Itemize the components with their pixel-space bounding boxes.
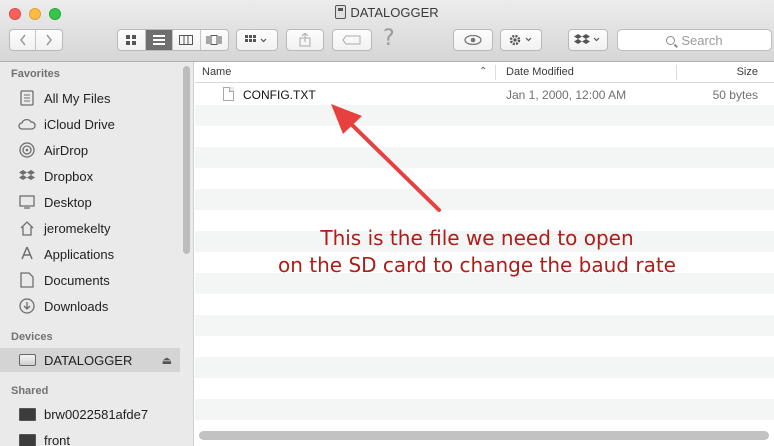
chevron-left-icon	[19, 34, 26, 46]
sidebar-item-label: jeromekelty	[44, 220, 111, 236]
devices-header: Devices	[11, 331, 53, 343]
sidebar-item-label: AirDrop	[44, 142, 89, 158]
sidebar-scrollbar[interactable]	[183, 66, 190, 254]
airdrop-icon	[17, 141, 37, 159]
annotation-line: This is the file we need to open	[320, 226, 634, 250]
share-button[interactable]	[286, 29, 324, 51]
shared-header: Shared	[11, 385, 49, 397]
documents-icon	[17, 271, 37, 289]
dropbox-icon	[574, 34, 600, 44]
home-icon	[17, 219, 37, 237]
sidebar-item-label: Applications	[44, 246, 115, 262]
file-list: Name ⌃ Date Modified Size CONFIG.TXT Jan…	[195, 62, 774, 446]
cover-flow-button[interactable]	[201, 30, 228, 50]
sidebar-item-shared-front[interactable]: front	[0, 428, 180, 446]
back-button[interactable]	[10, 30, 37, 50]
view-mode-buttons	[117, 29, 229, 51]
favorites-header: Favorites	[11, 68, 60, 80]
toolbar: DATALOGGER ? Search	[0, 0, 774, 62]
annotation-line: on the SD card to change the baud rate	[278, 253, 676, 277]
dropbox-icon	[17, 167, 37, 185]
cover-flow-icon	[206, 35, 222, 45]
eye-icon	[464, 35, 482, 45]
cloud-icon	[17, 115, 37, 133]
sidebar-item-label: Desktop	[44, 194, 92, 210]
sidebar-item-downloads[interactable]: Downloads	[0, 294, 180, 318]
eject-icon[interactable]: ⏏	[162, 354, 172, 367]
sidebar: Favorites All My Files iCloud Drive AirD…	[0, 62, 194, 446]
applications-icon	[17, 245, 37, 263]
arrange-button[interactable]	[236, 29, 278, 51]
action-button[interactable]	[500, 29, 542, 51]
share-icon	[299, 33, 311, 47]
sidebar-item-shared-printer[interactable]: brw0022581afde7	[0, 402, 180, 426]
tags-button[interactable]	[332, 29, 372, 51]
chevron-right-icon	[46, 34, 52, 46]
sidebar-item-label: iCloud Drive	[44, 116, 115, 132]
downloads-icon	[17, 297, 37, 315]
arrange-grid-icon	[245, 35, 267, 43]
sidebar-item-icloud-drive[interactable]: iCloud Drive	[0, 112, 180, 136]
icon-view-button[interactable]	[118, 30, 146, 50]
monitor-icon	[17, 405, 37, 423]
sidebar-item-documents[interactable]: Documents	[0, 268, 180, 292]
tag-icon	[342, 35, 361, 45]
navigation-buttons	[9, 29, 63, 51]
dropbox-button[interactable]	[568, 29, 608, 51]
column-view-button[interactable]	[173, 30, 201, 50]
sidebar-item-applications[interactable]: Applications	[0, 242, 180, 266]
drive-icon	[17, 351, 37, 369]
sidebar-item-datalogger[interactable]: DATALOGGER ⏏	[0, 348, 180, 372]
sidebar-item-home[interactable]: jeromekelty	[0, 216, 180, 240]
sidebar-item-label: Dropbox	[44, 168, 94, 184]
finder-window: DATALOGGER ? Search Favorites All My Fil…	[0, 0, 774, 446]
quick-look-button[interactable]	[453, 29, 493, 51]
sidebar-item-label: DATALOGGER	[44, 352, 133, 368]
list-view-button[interactable]	[145, 30, 173, 50]
all-files-icon	[17, 89, 37, 107]
sidebar-item-desktop[interactable]: Desktop	[0, 190, 180, 214]
sidebar-item-label: brw0022581afde7	[44, 406, 149, 422]
window-title: DATALOGGER	[0, 5, 774, 20]
help-icon[interactable]: ?	[383, 26, 395, 51]
sidebar-item-label: front	[44, 432, 71, 446]
column-view-icon	[179, 35, 194, 45]
monitor-icon	[17, 431, 37, 446]
list-view-icon	[152, 35, 165, 45]
window-title-text: DATALOGGER	[350, 5, 439, 20]
search-icon	[666, 35, 676, 45]
forward-button[interactable]	[36, 30, 62, 50]
sidebar-item-all-my-files[interactable]: All My Files	[0, 86, 180, 110]
sidebar-item-airdrop[interactable]: AirDrop	[0, 138, 180, 162]
sd-card-icon	[335, 5, 347, 19]
desktop-icon	[17, 193, 37, 211]
sidebar-item-dropbox[interactable]: Dropbox	[0, 164, 180, 188]
search-placeholder: Search	[681, 32, 723, 48]
search-field[interactable]: Search	[617, 29, 772, 51]
sidebar-item-label: All My Files	[44, 90, 111, 106]
annotation-text: This is the file we need to open on the …	[217, 225, 737, 279]
icon-view-icon	[126, 35, 137, 45]
gear-icon	[509, 34, 532, 46]
sidebar-item-label: Documents	[44, 272, 110, 288]
sidebar-item-label: Downloads	[44, 298, 109, 314]
